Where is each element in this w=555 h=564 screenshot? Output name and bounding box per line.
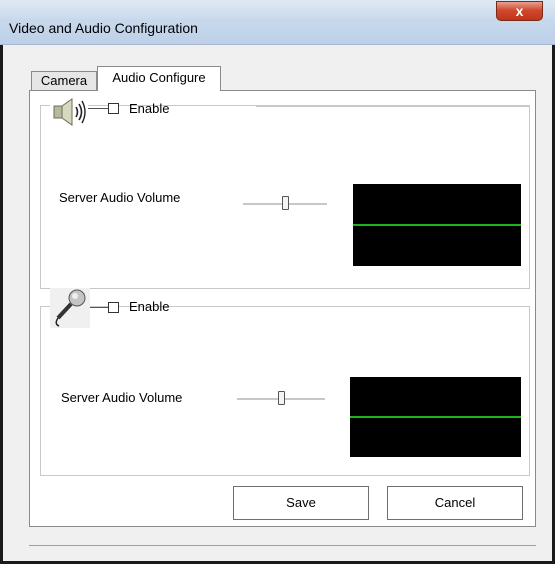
- microphone-audio-waveform: [350, 416, 521, 418]
- close-button[interactable]: x: [496, 1, 543, 21]
- speaker-audio-waveform: [353, 224, 521, 226]
- microphone-enable-label: Enable: [129, 299, 170, 314]
- speaker-volume-label: Server Audio Volume: [59, 190, 181, 205]
- speaker-enable-checkbox[interactable]: [108, 103, 119, 114]
- title-bar[interactable]: Video and Audio Configuration: [0, 0, 555, 45]
- microphone-enable-leader: [90, 307, 108, 308]
- tab-camera[interactable]: Camera: [31, 71, 97, 90]
- microphone-audio-level-display: [350, 377, 521, 457]
- speaker-group-top-line: [256, 106, 530, 107]
- speaker-enable-leader: [88, 108, 108, 109]
- speaker-enable-label: Enable: [129, 101, 170, 116]
- microphone-group-top-line: [256, 306, 530, 307]
- speaker-icon: [50, 96, 88, 128]
- microphone-volume-label: Server Audio Volume: [61, 390, 183, 405]
- microphone-icon: [50, 288, 90, 328]
- window-title: Video and Audio Configuration: [9, 20, 198, 36]
- microphone-volume-thumb[interactable]: [278, 391, 285, 405]
- speaker-volume-thumb[interactable]: [282, 196, 289, 210]
- microphone-enable-checkbox[interactable]: [108, 302, 119, 313]
- tab-audio-configure[interactable]: Audio Configure: [97, 66, 221, 91]
- save-button[interactable]: Save: [233, 486, 369, 520]
- bottom-divider: [29, 545, 536, 546]
- speaker-audio-level-display: [353, 184, 521, 266]
- close-icon: x: [515, 3, 524, 19]
- cancel-button[interactable]: Cancel: [387, 486, 523, 520]
